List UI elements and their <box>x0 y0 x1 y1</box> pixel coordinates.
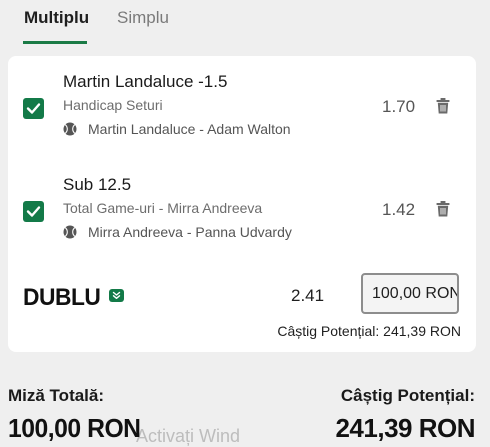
bet-selection: Sub 12.5 Total Game-uri - Mirra Andreeva… <box>8 173 476 273</box>
selection-title: Sub 12.5 <box>63 175 132 194</box>
tab-simplu[interactable]: Simplu <box>117 8 169 28</box>
selection-odds: 1.42 <box>382 200 416 219</box>
bet-selection: Martin Landaluce -1.5 Handicap Seturi Ma… <box>8 70 476 170</box>
bet-type-tabs: Multiplu Simplu <box>0 0 490 44</box>
combo-type-label: DUBLU <box>23 284 101 311</box>
total-potential-label: Câștig Potențial: <box>340 386 475 405</box>
total-stake-value: 100,00 RON <box>8 413 141 443</box>
selection-event: Martin Landaluce - Adam Walton <box>88 121 291 137</box>
selection-checkbox[interactable] <box>23 98 44 119</box>
checkmark-icon <box>26 103 41 114</box>
tennis-ball-icon <box>63 122 77 136</box>
stake-input[interactable] <box>361 273 459 314</box>
selection-title: Martin Landaluce -1.5 <box>63 72 228 91</box>
combo-odds: 2.41 <box>291 286 325 305</box>
total-stake-label: Miză Totală: <box>8 386 105 405</box>
tennis-ball-icon <box>63 225 77 239</box>
trash-icon[interactable] <box>436 98 450 114</box>
checkmark-icon <box>26 206 41 217</box>
selection-checkbox[interactable] <box>23 201 44 222</box>
trash-icon[interactable] <box>436 201 450 217</box>
combo-potential-label: Câștig Potențial: <box>277 323 380 339</box>
betslip-card: Martin Landaluce -1.5 Handicap Seturi Ma… <box>8 56 476 352</box>
active-tab-indicator <box>23 41 87 44</box>
combo-potential-value: 241,39 RON <box>383 323 461 339</box>
tab-multiplu[interactable]: Multiplu <box>24 8 89 28</box>
selection-odds: 1.70 <box>382 97 416 116</box>
boost-icon <box>109 289 124 302</box>
selection-event: Mirra Andreeva - Panna Udvardy <box>88 224 292 240</box>
selection-market: Handicap Seturi <box>63 97 163 113</box>
combo-potential-win: Câștig Potențial: 241,39 RON <box>277 323 461 339</box>
selection-market: Total Game-uri - Mirra Andreeva <box>63 200 263 216</box>
total-potential-value: 241,39 RON <box>335 413 475 443</box>
